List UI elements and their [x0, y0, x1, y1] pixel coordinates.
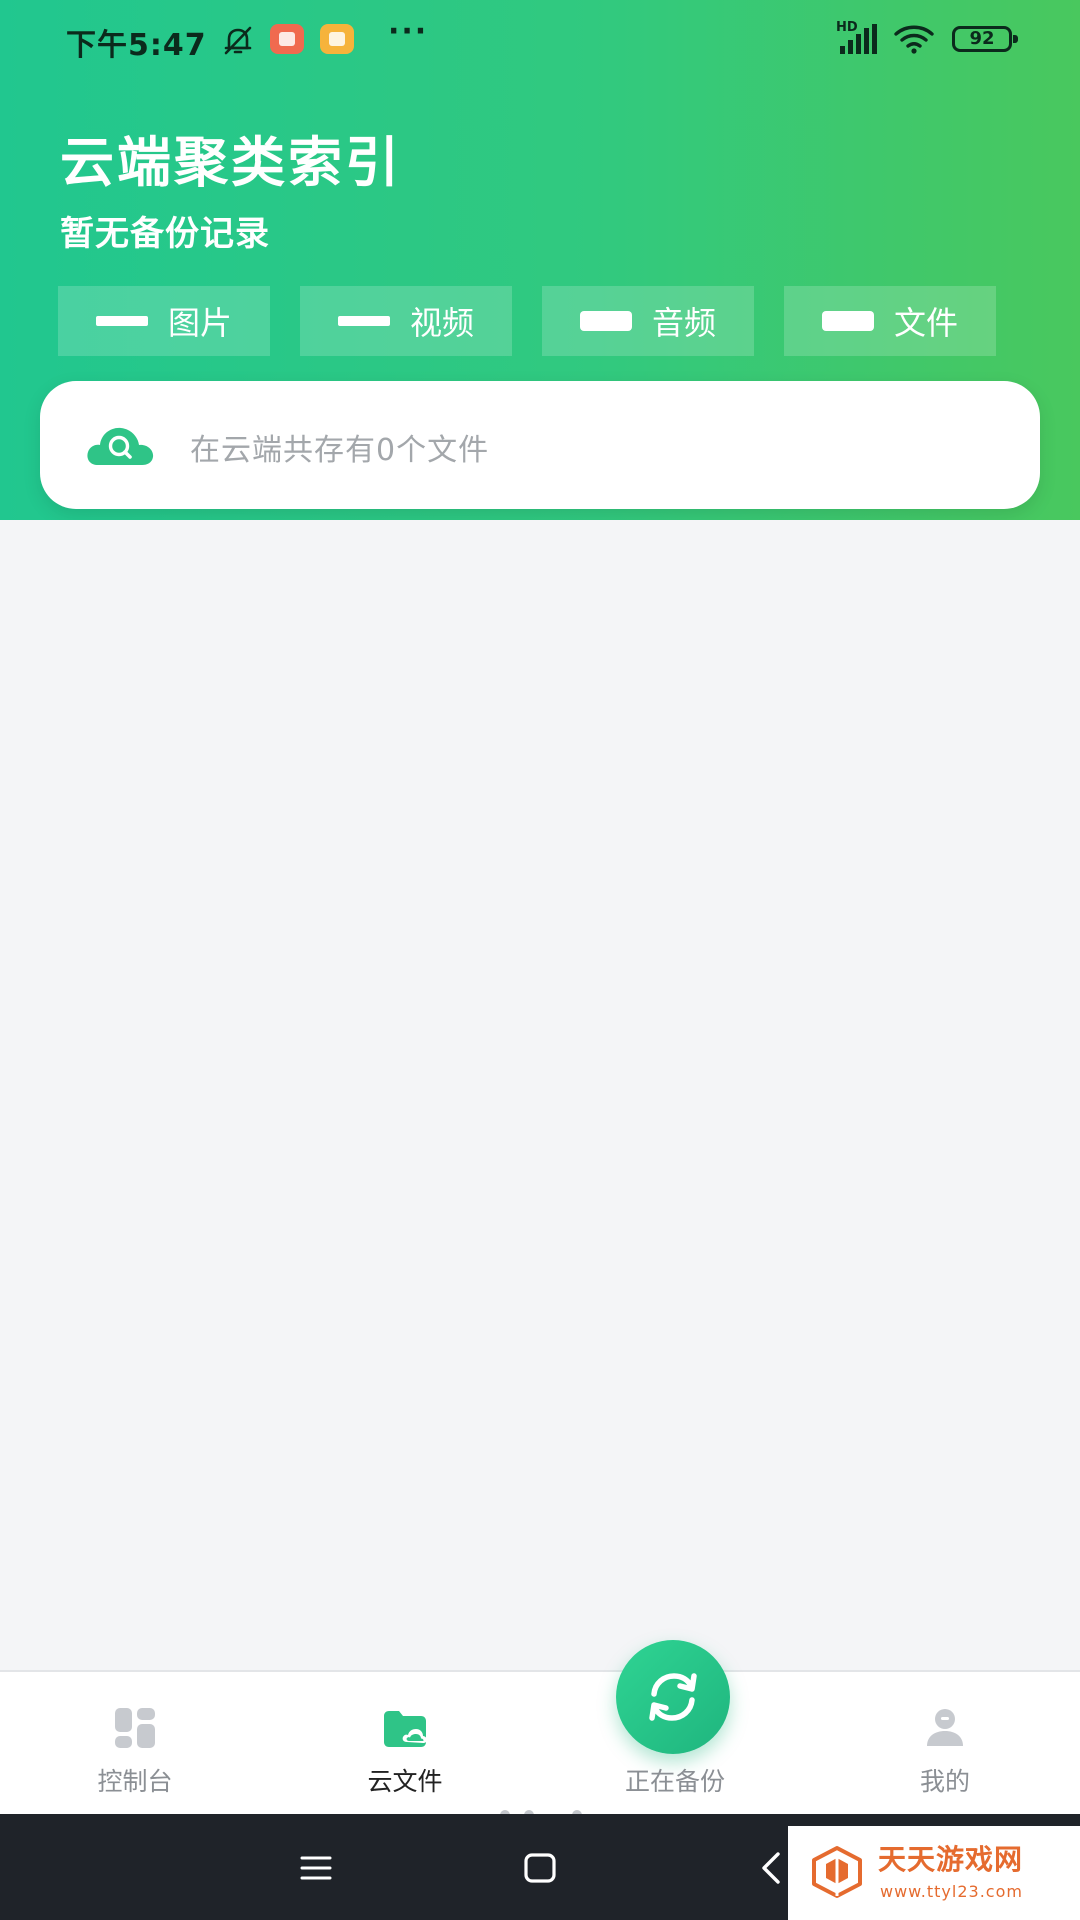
home-icon[interactable] [520, 1848, 560, 1888]
nav-label: 控制台 [97, 1767, 173, 1796]
category-chip-audio[interactable]: 音频 [542, 286, 754, 356]
page-title: 云端聚类索引 [60, 131, 402, 194]
nav-label-backup[interactable]: 正在备份 [540, 1762, 810, 1798]
nav-label: 云文件 [367, 1767, 443, 1796]
nav-label: 我的 [919, 1767, 970, 1796]
category-bar-icon [337, 316, 390, 326]
category-chip-images[interactable]: 图片 [58, 286, 270, 356]
nav-item-mine[interactable]: 我的 [810, 1672, 1080, 1816]
nav-item-dashboard[interactable]: 控制台 [0, 1672, 270, 1816]
more-notifications-icon: ··· [388, 14, 429, 49]
sync-icon [649, 1673, 697, 1721]
category-chip-files[interactable]: 文件 [784, 286, 996, 356]
watermark-logo-icon [812, 1846, 862, 1898]
site-watermark: 天天游戏网 www.ttyl23.com [788, 1826, 1080, 1920]
status-time: 下午5:47 [66, 28, 207, 63]
category-label: 图片 [167, 304, 232, 342]
dashboard-icon [115, 1708, 155, 1748]
cloud-search-icon [87, 427, 154, 465]
category-bar-icon [579, 311, 632, 331]
cloud-folder-icon [384, 1711, 427, 1747]
notification-muted-icon [224, 26, 252, 55]
app-notification-icon [270, 24, 304, 54]
backup-sync-button[interactable] [616, 1640, 730, 1754]
category-bar-icon [95, 316, 148, 326]
file-list-area [0, 520, 1080, 1670]
back-icon[interactable] [752, 1848, 792, 1888]
gallery-notification-icon [320, 24, 354, 54]
cloud-search-box[interactable]: 在云端共存有0个文件 [40, 381, 1040, 509]
battery-indicator: 92 [952, 26, 1018, 52]
watermark-url: www.ttyl23.com [880, 1882, 1023, 1901]
signal-icon [840, 24, 877, 54]
nav-item-cloud-files[interactable]: 云文件 [270, 1672, 540, 1816]
wifi-icon [894, 25, 934, 54]
category-label: 视频 [409, 304, 474, 342]
menu-icon[interactable] [296, 1848, 336, 1888]
user-icon [927, 1709, 963, 1746]
category-label: 文件 [893, 304, 958, 342]
watermark-name: 天天游戏网 [878, 1843, 1024, 1876]
category-chip-videos[interactable]: 视频 [300, 286, 512, 356]
backup-status-subtitle: 暂无备份记录 [60, 214, 270, 254]
status-bar: 下午5:47 ··· HD 92 [0, 0, 1080, 80]
category-bar-icon [821, 311, 874, 331]
search-placeholder: 在云端共存有0个文件 [190, 433, 490, 468]
category-label: 音频 [651, 304, 716, 342]
